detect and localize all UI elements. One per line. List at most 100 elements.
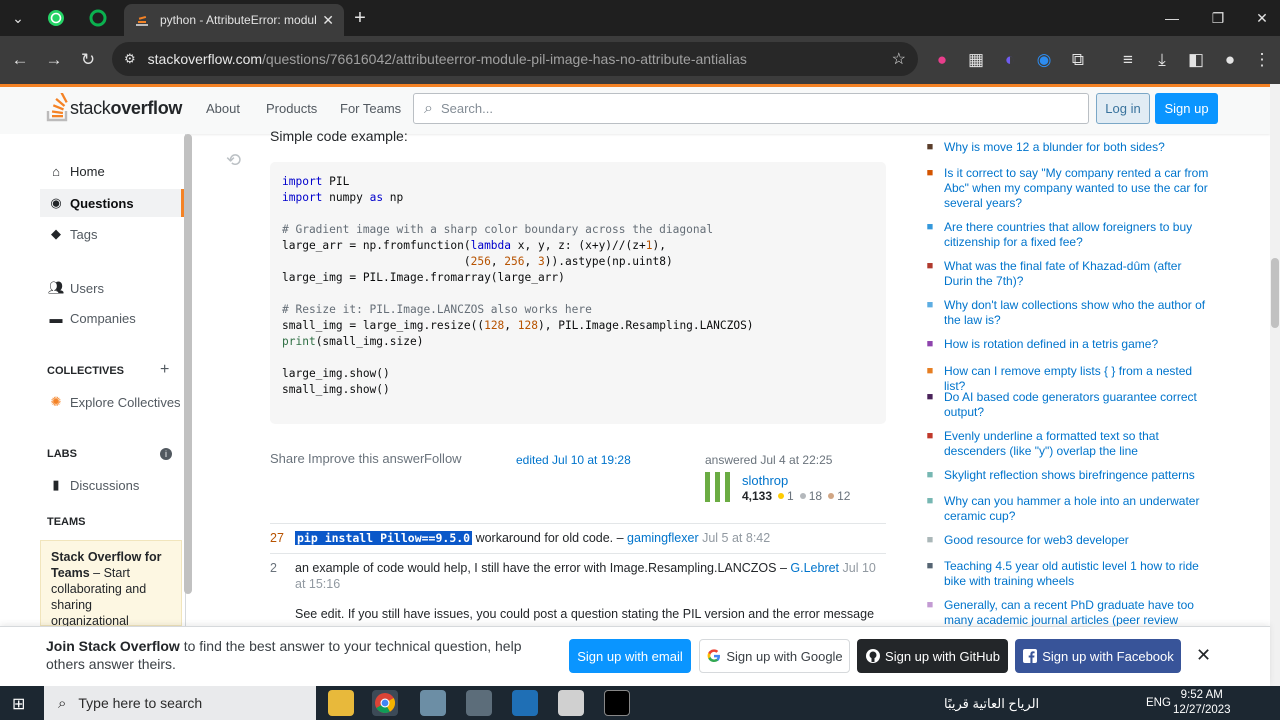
search-input[interactable]: ⌕ Search... xyxy=(413,93,1089,124)
nav-about[interactable]: About xyxy=(206,101,240,116)
restore-icon[interactable]: ❐ xyxy=(1206,6,1230,30)
app-taskbar-icon[interactable] xyxy=(420,690,446,716)
menu-dots-icon[interactable]: ⋮ xyxy=(1250,48,1274,72)
sidebar-item-explore-collectives[interactable]: ✺ Explore Collectives xyxy=(48,394,181,410)
media-queue-icon[interactable]: ≡ xyxy=(1116,48,1140,72)
signup-github-button[interactable]: Sign up with GitHub xyxy=(857,639,1008,673)
extension-mic-icon[interactable]: ● xyxy=(930,48,954,72)
sidebar-item-discussions[interactable]: ▮ Discussions xyxy=(48,477,139,493)
user-name[interactable]: slothrop xyxy=(742,473,788,488)
downloads-icon[interactable]: ⤓ xyxy=(1150,48,1174,72)
page-scrollbar-thumb[interactable] xyxy=(1271,258,1279,328)
vscode-taskbar-icon[interactable] xyxy=(512,690,538,716)
taskbar-clock[interactable]: 9:52 AM 12/27/2023 xyxy=(1173,688,1231,718)
minimize-icon[interactable]: — xyxy=(1160,6,1184,30)
info-icon[interactable]: i xyxy=(160,448,172,460)
sidebar-item-questions[interactable]: ◉ Questions xyxy=(48,195,133,211)
address-bar[interactable]: ⚙ stackoverflow.com/questions/76616042/a… xyxy=(112,42,918,76)
pinned-tab-icon[interactable] xyxy=(86,6,110,30)
window-close-icon[interactable]: ✕ xyxy=(1250,6,1274,30)
add-collective-icon[interactable]: + xyxy=(160,361,169,379)
terminal-taskbar-icon[interactable] xyxy=(604,690,630,716)
hot-question-item[interactable]: ■ Why don't law collections show who the … xyxy=(922,298,1212,328)
tab-search-icon[interactable]: ⌄ xyxy=(6,6,30,30)
labs-heading: LABS xyxy=(47,448,77,460)
active-tab[interactable]: python - AttributeError: module ✕ xyxy=(124,4,344,36)
hot-question-title[interactable]: Evenly underline a formatted text so tha… xyxy=(944,429,1212,459)
login-button[interactable]: Log in xyxy=(1096,93,1150,124)
signup-button[interactable]: Sign up xyxy=(1155,93,1218,124)
forward-icon[interactable]: → xyxy=(42,48,66,72)
extensions-puzzle-icon[interactable]: ⧉ xyxy=(1066,48,1090,72)
chrome-taskbar-icon[interactable] xyxy=(372,690,398,716)
weather-widget[interactable]: الرياح العاتية قريبًا xyxy=(944,696,1039,712)
hot-question-item[interactable]: ■ Why can you hammer a hole into an under… xyxy=(922,494,1212,524)
hot-question-title[interactable]: Teaching 4.5 year old autistic level 1 h… xyxy=(944,559,1212,589)
hot-question-item[interactable]: ■ What was the final fate of Khazad-dûm (… xyxy=(922,259,1212,289)
hot-question-item[interactable]: ■ Why is move 12 a blunder for both sides… xyxy=(922,140,1212,156)
hot-question-title[interactable]: Why can you hammer a hole into an underw… xyxy=(944,494,1212,524)
page-scrollbar[interactable] xyxy=(1270,84,1280,686)
hot-question-title[interactable]: How is rotation defined in a tetris game… xyxy=(944,337,1158,353)
banner-close-icon[interactable]: ✕ xyxy=(1196,645,1211,666)
share-link[interactable]: Share xyxy=(270,451,305,466)
so-logo[interactable]: stackoverflow xyxy=(46,92,182,124)
file-explorer-icon[interactable] xyxy=(328,690,354,716)
hot-question-title[interactable]: Do AI based code generators guarantee co… xyxy=(944,390,1212,420)
language-indicator[interactable]: ENG xyxy=(1146,697,1171,709)
bookmark-star-icon[interactable]: ☆ xyxy=(892,49,906,69)
hot-question-item[interactable]: ■ Is it correct to say "My company rented… xyxy=(922,166,1212,211)
signup-facebook-button[interactable]: Sign up with Facebook xyxy=(1015,639,1181,673)
collectives-icon: ✺ xyxy=(50,394,62,409)
comment: 27 pip install Pillow==9.5.0 workaround … xyxy=(270,523,886,553)
history-icon[interactable]: ⟲ xyxy=(226,150,241,171)
side-panel-icon[interactable]: ◧ xyxy=(1184,48,1208,72)
hot-question-item[interactable]: ■ Skylight reflection shows birefringence… xyxy=(922,468,1212,484)
hot-question-title[interactable]: Good resource for web3 developer xyxy=(944,533,1129,549)
hot-question-item[interactable]: ■ Good resource for web3 developer xyxy=(922,533,1212,549)
sidebar-item-tags[interactable]: ◆ Tags xyxy=(48,226,97,242)
hot-question-title[interactable]: Are there countries that allow foreigner… xyxy=(944,220,1212,250)
signup-email-button[interactable]: Sign up with email xyxy=(569,639,691,673)
hot-question-title[interactable]: Is it correct to say "My company rented … xyxy=(944,166,1212,211)
profile-icon[interactable]: ● xyxy=(1218,48,1242,72)
sidebar-item-home[interactable]: ⌂ Home xyxy=(48,164,105,179)
reload-icon[interactable]: ↻ xyxy=(76,48,100,72)
hot-question-title[interactable]: Generally, can a recent PhD graduate hav… xyxy=(944,598,1212,628)
nav-for-teams[interactable]: For Teams xyxy=(340,101,401,116)
hot-question-title[interactable]: Skylight reflection shows birefringence … xyxy=(944,468,1195,484)
windows-start-icon[interactable]: ⊞ xyxy=(12,694,25,714)
whatsapp-tab-icon[interactable] xyxy=(44,6,68,30)
hot-question-item[interactable]: ■ Do AI based code generators guarantee c… xyxy=(922,390,1212,420)
improve-answer-link[interactable]: Improve this answer xyxy=(308,451,424,466)
calculator-taskbar-icon[interactable] xyxy=(466,690,492,716)
hot-question-item[interactable]: ■ Teaching 4.5 year old autistic level 1 … xyxy=(922,559,1212,589)
hot-question-title[interactable]: Why don't law collections show who the a… xyxy=(944,298,1212,328)
tab-close-icon[interactable]: ✕ xyxy=(322,12,334,29)
signup-google-button[interactable]: Sign up with Google xyxy=(699,639,850,673)
avatar[interactable] xyxy=(705,472,735,502)
paint-taskbar-icon[interactable] xyxy=(558,690,584,716)
extension-moon-icon[interactable]: ◐ xyxy=(998,48,1022,72)
new-tab-icon[interactable]: + xyxy=(348,6,372,30)
taskbar-search-input[interactable]: ⌕ Type here to search xyxy=(44,686,316,720)
comment-user[interactable]: G.Lebret xyxy=(790,561,839,575)
hot-question-item[interactable]: ■ Generally, can a recent PhD graduate ha… xyxy=(922,598,1212,628)
edited-timestamp[interactable]: edited Jul 10 at 19:28 xyxy=(516,453,631,467)
comment-user[interactable]: gamingflexer xyxy=(627,531,699,545)
hot-question-title[interactable]: What was the final fate of Khazad-dûm (a… xyxy=(944,259,1212,289)
follow-link[interactable]: Follow xyxy=(424,451,462,466)
hot-question-item[interactable]: ■ Evenly underline a formatted text so th… xyxy=(922,429,1212,459)
extension-arrow-icon[interactable]: ◉ xyxy=(1032,48,1056,72)
hot-question-item[interactable]: ■ How is rotation defined in a tetris gam… xyxy=(922,337,1212,353)
back-icon[interactable]: ← xyxy=(8,48,32,72)
sidebar-scrollbar[interactable] xyxy=(184,134,192,594)
sidebar-item-users[interactable]: 👥︎ Users xyxy=(48,280,104,296)
extension-grid-icon[interactable]: ▦ xyxy=(964,48,988,72)
hot-question-title[interactable]: Why is move 12 a blunder for both sides? xyxy=(944,140,1165,156)
code-line: large_arr = np.fromfunction(lambda x, y,… xyxy=(282,239,666,252)
hot-question-item[interactable]: ■ Are there countries that allow foreigne… xyxy=(922,220,1212,250)
sidebar-item-companies[interactable]: ▬ Companies xyxy=(48,311,136,326)
site-info-icon[interactable]: ⚙ xyxy=(124,51,136,67)
nav-products[interactable]: Products xyxy=(266,101,317,116)
